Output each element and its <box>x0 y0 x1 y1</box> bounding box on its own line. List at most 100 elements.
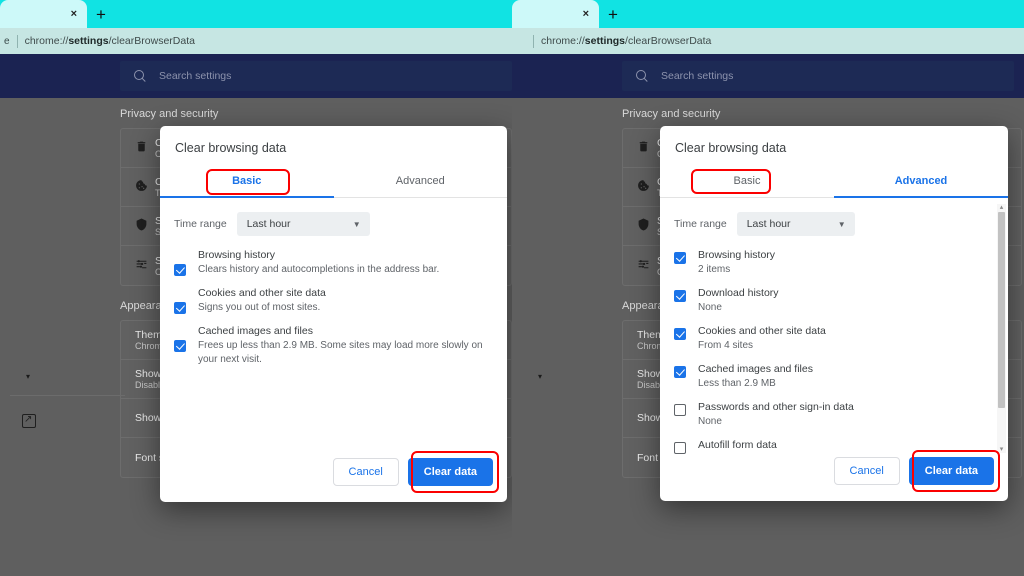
settings-toolbar: Search settings <box>0 54 512 98</box>
clear-data-item[interactable]: Cached images and files Less than 2.9 MB <box>660 362 996 400</box>
tab-basic[interactable]: Basic <box>660 166 834 197</box>
checkbox[interactable] <box>674 366 686 378</box>
clear-data-item-subtitle: None <box>698 302 722 313</box>
clear-browsing-data-dialog: Clear browsing data Basic Advanced Time … <box>160 126 507 502</box>
scroll-down-icon[interactable]: ▾ <box>998 446 1005 453</box>
screenshot-root: × + e chrome://settings/clearBrowserData… <box>0 0 1024 576</box>
search-input[interactable]: Search settings <box>622 61 1014 91</box>
time-range-group: Time range Last hour ▼ <box>660 198 1008 238</box>
close-icon[interactable]: × <box>583 8 589 20</box>
checkbox[interactable] <box>674 404 686 416</box>
tab-basic[interactable]: Basic <box>160 166 334 198</box>
checkbox[interactable] <box>674 252 686 264</box>
clear-data-item[interactable]: Browsing history 2 items <box>660 248 996 286</box>
settings-toolbar: Search settings <box>512 54 1024 98</box>
checkbox[interactable] <box>174 264 186 276</box>
dialog-title: Clear browsing data <box>675 141 787 155</box>
clear-data-item[interactable]: Browsing history Clears history and autoc… <box>160 248 507 286</box>
dialog-footer: Cancel Clear data <box>160 451 507 502</box>
clear-browsing-data-dialog: Clear browsing data Basic Advanced Time … <box>660 126 1008 501</box>
right-page-strip: ▾ <box>522 364 622 381</box>
search-input[interactable]: Search settings <box>120 61 512 91</box>
clear-data-item-text: Passwords and other sign-in data None <box>698 400 854 429</box>
checkbox[interactable] <box>174 340 186 352</box>
shield-icon <box>135 218 155 234</box>
time-range-label: Time range <box>174 218 227 230</box>
time-range-select[interactable]: Last hour ▼ <box>236 212 370 236</box>
checkbox[interactable] <box>674 442 686 454</box>
url-scheme: chrome:// <box>541 35 585 47</box>
chevron-down-icon[interactable]: ▾ <box>538 372 622 381</box>
new-tab-icon[interactable]: + <box>96 6 106 23</box>
clear-data-item-subtitle: Less than 2.9 MB <box>698 378 776 389</box>
clear-data-item-text: Cookies and other site data From 4 sites <box>698 324 826 353</box>
clear-data-item[interactable]: Autofill form data <box>660 438 996 457</box>
clear-data-item-text: Cached images and files Less than 2.9 MB <box>698 362 813 391</box>
clear-data-item[interactable]: Passwords and other sign-in data None <box>660 400 996 438</box>
checkbox[interactable] <box>174 302 186 314</box>
clear-data-item-subtitle: 2 items <box>698 264 731 275</box>
clear-data-item-title: Browsing history <box>198 249 276 261</box>
shield-icon <box>637 218 657 234</box>
clear-data-item-subtitle: Frees up less than 2.9 MB. Some sites ma… <box>198 340 483 365</box>
dialog-tabs: Basic Advanced <box>660 166 1008 198</box>
clear-data-item-subtitle: From 4 sites <box>698 340 754 351</box>
cookie-icon <box>135 179 155 195</box>
clear-data-item[interactable]: Cookies and other site data Signs you out… <box>160 286 507 324</box>
clear-data-item-title: Cookies and other site data <box>698 325 826 337</box>
url-path: /clearBrowserData <box>108 35 195 47</box>
clear-data-item-text: Download history None <box>698 286 779 315</box>
privacy-section-title: Privacy and security <box>622 108 721 120</box>
dialog-body: Time range Last hour ▼ Browsing history 2… <box>660 198 1008 457</box>
browser-tab[interactable]: × <box>512 0 599 28</box>
clear-data-item[interactable]: Download history None <box>660 286 996 324</box>
checkbox[interactable] <box>674 290 686 302</box>
close-icon[interactable]: × <box>71 8 77 20</box>
basic-items-list: Browsing history Clears history and autoc… <box>160 238 507 376</box>
clear-data-item[interactable]: Cached images and files Frees up less tha… <box>160 324 507 376</box>
left-page-strip: ▾ <box>10 364 125 428</box>
clear-data-item-title: Browsing history <box>698 249 776 261</box>
url-host: settings <box>68 35 109 47</box>
tab-strip: × + <box>512 0 1024 28</box>
chevron-down-icon: ▼ <box>837 219 846 229</box>
url-scheme: chrome:// <box>24 35 69 47</box>
clear-data-item-subtitle: None <box>698 416 722 427</box>
chevron-down-icon: ▼ <box>352 219 361 229</box>
time-range-select[interactable]: Last hour ▼ <box>736 212 855 236</box>
trash-icon <box>135 140 155 156</box>
tab-advanced[interactable]: Advanced <box>334 166 508 197</box>
cancel-button[interactable]: Cancel <box>332 458 399 486</box>
clear-data-item-title: Cached images and files <box>698 363 813 375</box>
clear-data-button[interactable]: Clear data <box>908 457 994 485</box>
omnibox[interactable]: chrome://settings/clearBrowserData <box>512 28 1024 54</box>
dialog-title: Clear browsing data <box>175 141 287 155</box>
tune-icon <box>135 258 155 274</box>
chevron-down-icon[interactable]: ▾ <box>26 372 110 381</box>
clear-data-item-title: Cached images and files <box>198 325 313 337</box>
tab-advanced[interactable]: Advanced <box>834 166 1008 198</box>
new-tab-icon[interactable]: + <box>608 6 618 23</box>
time-range-label: Time range <box>674 218 727 230</box>
trash-icon <box>637 140 657 156</box>
tab-advanced-label: Advanced <box>894 175 948 187</box>
external-link-icon[interactable] <box>22 413 36 428</box>
clear-data-item[interactable]: Cookies and other site data From 4 sites <box>660 324 996 362</box>
dialog-tabs: Basic Advanced <box>160 166 507 198</box>
cookie-icon <box>637 179 657 195</box>
tune-icon <box>637 258 657 274</box>
advanced-items-list: Browsing history 2 items Download history N… <box>660 238 1008 457</box>
search-icon <box>636 69 649 83</box>
tab-basic-label: Basic <box>232 175 262 187</box>
cancel-button[interactable]: Cancel <box>833 457 900 485</box>
browser-tab[interactable]: × <box>0 0 87 28</box>
scroll-up-icon[interactable]: ▴ <box>998 204 1005 211</box>
tab-basic-label: Basic <box>733 175 761 187</box>
scrollbar-thumb[interactable] <box>998 212 1005 408</box>
checkbox[interactable] <box>674 328 686 340</box>
divider <box>10 395 125 396</box>
omnibox[interactable]: e chrome://settings/clearBrowserData <box>0 28 512 54</box>
dialog-scrollbar[interactable]: ▴ ▾ <box>997 204 1006 453</box>
omnibox-url: chrome://settings/clearBrowserData <box>25 35 195 47</box>
clear-data-button[interactable]: Clear data <box>407 458 493 486</box>
